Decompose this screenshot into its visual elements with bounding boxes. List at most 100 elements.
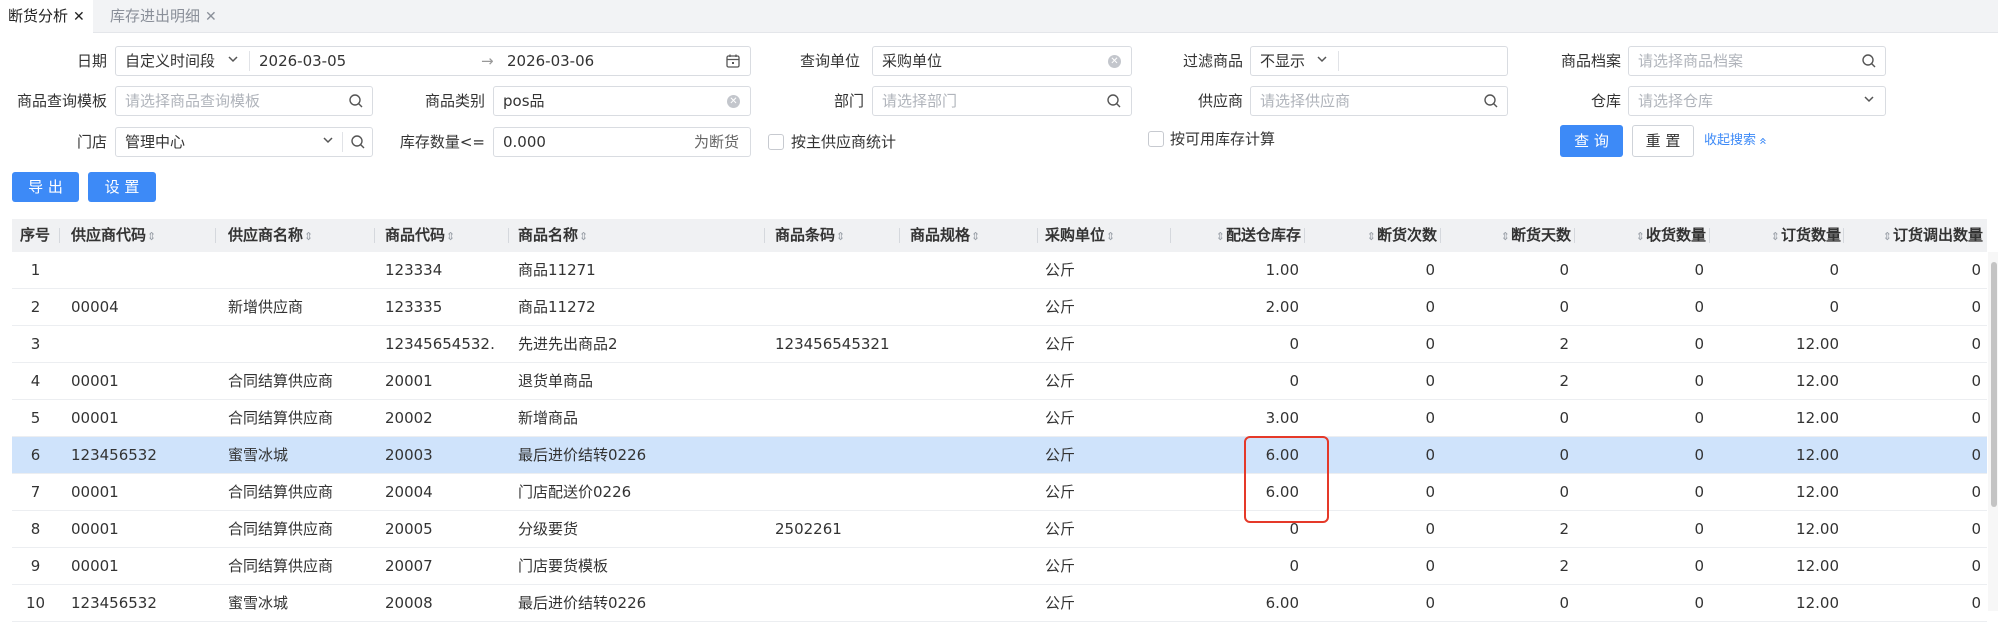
column-header-goods-code[interactable]: 商品代码⇕: [385, 219, 495, 252]
reset-button[interactable]: 重 置: [1632, 125, 1694, 157]
export-button[interactable]: 导 出: [12, 172, 79, 202]
calendar-icon[interactable]: [725, 53, 741, 69]
column-header-stock[interactable]: ⇕配送仓库存: [1177, 219, 1305, 252]
column-header-received[interactable]: ⇕收货数量: [1582, 219, 1710, 252]
column-header-spec[interactable]: 商品规格⇕: [910, 219, 1040, 252]
chevron-down-icon[interactable]: [1863, 87, 1875, 115]
sort-icon[interactable]: ⇕: [836, 230, 845, 243]
scrollbar-thumb[interactable]: [1991, 262, 1997, 507]
column-header-goods-name[interactable]: 商品名称⇕: [518, 219, 768, 252]
table-row[interactable]: 7 00001 合同结算供应商 20004 门店配送价0226 公斤 6.00 0 0 0 12.0…: [12, 474, 1987, 511]
column-header-ordered[interactable]: ⇕订货数量: [1717, 219, 1845, 252]
cell-idx: 4: [30, 372, 41, 390]
dept-input[interactable]: 请选择部门: [872, 86, 1132, 116]
category-input[interactable]: pos品 ✕: [493, 86, 751, 116]
cell-barcode: [775, 548, 900, 584]
column-divider[interactable]: [1304, 228, 1305, 243]
cell-goods-name: 商品11272: [518, 298, 596, 316]
column-divider[interactable]: [1037, 228, 1038, 243]
sort-icon[interactable]: ⇕: [1106, 230, 1115, 243]
cell-supplier-name: 新增供应商: [228, 298, 304, 316]
column-header-oos-times[interactable]: ⇕断货次数: [1312, 219, 1441, 252]
cell-oos-days: 0: [1559, 594, 1569, 612]
column-header-label: 采购单位: [1045, 226, 1106, 244]
sort-icon[interactable]: ⇕: [1883, 230, 1892, 243]
search-icon[interactable]: [1483, 87, 1499, 115]
by-available-stock-checkbox[interactable]: [1148, 131, 1164, 147]
clear-icon[interactable]: ✕: [1108, 54, 1121, 68]
column-header-oos-days[interactable]: ⇕断货天数: [1448, 219, 1575, 252]
column-divider[interactable]: [899, 228, 900, 243]
table-row[interactable]: 8 00001 合同结算供应商 20005 分级要货 2502261 公斤 0 0 2 0 12.00…: [12, 511, 1987, 548]
sort-icon[interactable]: ⇕: [446, 230, 455, 243]
warehouse-select[interactable]: 请选择仓库: [1628, 86, 1886, 116]
chevron-down-icon[interactable]: [1316, 47, 1328, 75]
column-header-supplier-code[interactable]: 供应商代码⇕: [71, 219, 221, 252]
sort-icon[interactable]: ⇕: [579, 230, 588, 243]
table-row[interactable]: 2 00004 新增供应商 123335 商品11272 公斤 2.00 0 0 0 0 0: [12, 289, 1987, 326]
template-input[interactable]: 请选择商品查询模板: [115, 86, 373, 116]
cell-spec: [910, 585, 1040, 621]
close-icon[interactable]: ✕: [205, 9, 217, 25]
filter-goods-input[interactable]: [1339, 47, 1507, 75]
clear-icon[interactable]: ✕: [727, 94, 740, 108]
by-main-supplier-checkbox[interactable]: [768, 134, 784, 150]
column-header-order-out[interactable]: ⇕订货调出数量: [1852, 219, 1987, 252]
supplier-input[interactable]: 请选择供应商: [1250, 86, 1508, 116]
cell-received: 0: [1694, 409, 1704, 427]
column-divider[interactable]: [215, 228, 216, 243]
table-row[interactable]: 3 12345654532… 先进先出商品2 123456545321 公斤 0 0 2 0 12…: [12, 326, 1987, 363]
column-divider[interactable]: [1170, 228, 1171, 243]
search-icon[interactable]: [350, 128, 366, 156]
sort-icon[interactable]: ⇕: [1501, 230, 1510, 243]
sort-icon[interactable]: ⇕: [971, 230, 980, 243]
sort-icon[interactable]: ⇕: [1216, 230, 1225, 243]
column-header-idx: 序号: [20, 219, 60, 252]
cell-unit: 公斤: [1045, 409, 1076, 427]
table-row[interactable]: 4 00001 合同结算供应商 20001 退货单商品 公斤 0 0 2 0 12.00 0: [12, 363, 1987, 400]
column-divider[interactable]: [1574, 228, 1575, 243]
cell-barcode: [775, 585, 900, 621]
chevron-down-icon[interactable]: [227, 47, 239, 75]
search-icon[interactable]: [1861, 47, 1877, 75]
column-divider[interactable]: [764, 228, 765, 243]
filter-goods-select[interactable]: 不显示: [1260, 47, 1305, 75]
column-header-unit[interactable]: 采购单位⇕: [1045, 219, 1165, 252]
table-row[interactable]: 1 123334 商品11271 公斤 1.00 0 0 0 0 0: [12, 252, 1987, 289]
sort-icon[interactable]: ⇕: [1771, 230, 1780, 243]
sort-icon[interactable]: ⇕: [304, 230, 313, 243]
column-divider[interactable]: [1709, 228, 1710, 243]
table-row[interactable]: 9 00001 合同结算供应商 20007 门店要货模板 公斤 0 0 2 0 12.00 0: [12, 548, 1987, 585]
sort-icon[interactable]: ⇕: [147, 230, 156, 243]
query-unit-select[interactable]: 采购单位 ✕: [872, 46, 1132, 76]
collapse-search-link[interactable]: 收起搜索«: [1704, 125, 1770, 157]
column-header-barcode[interactable]: 商品条码⇕: [775, 219, 900, 252]
date-mode-select[interactable]: 自定义时间段: [125, 47, 215, 75]
column-divider[interactable]: [508, 228, 509, 243]
tab-inventory-detail[interactable]: 库存进出明细 ✕: [102, 0, 225, 33]
search-icon[interactable]: [1106, 87, 1122, 115]
column-divider[interactable]: [1843, 228, 1844, 243]
search-icon[interactable]: [348, 87, 364, 115]
sort-icon[interactable]: ⇕: [1636, 230, 1645, 243]
column-divider[interactable]: [59, 228, 60, 243]
table-row[interactable]: 10 123456532 蜜雪冰城 20008 最后进价结转0226 公斤 6.00 0 0 0 1…: [12, 585, 1987, 622]
store-select[interactable]: 管理中心: [125, 128, 185, 156]
settings-button[interactable]: 设 置: [88, 172, 156, 202]
sort-icon[interactable]: ⇕: [1367, 230, 1376, 243]
table-row[interactable]: 6 123456532 蜜雪冰城 20003 最后进价结转0226 公斤 6.00 0 0 0 12…: [12, 437, 1987, 474]
column-divider[interactable]: [374, 228, 375, 243]
close-icon[interactable]: ✕: [73, 9, 85, 25]
column-header-supplier-name[interactable]: 供应商名称⇕: [228, 219, 378, 252]
tab-stockout-analysis[interactable]: 断货分析 ✕: [0, 0, 93, 33]
goods-archive-input[interactable]: 请选择商品档案: [1628, 46, 1886, 76]
column-divider[interactable]: [1440, 228, 1441, 243]
table-row[interactable]: 5 00001 合同结算供应商 20002 新增商品 公斤 3.00 0 0 0 12.00 0: [12, 400, 1987, 437]
column-header-label: 断货次数: [1376, 226, 1437, 244]
stock-qty-input[interactable]: 0.000 为断货: [493, 127, 751, 157]
cell-barcode: [775, 474, 900, 510]
query-button[interactable]: 查 询: [1560, 125, 1623, 157]
date-end-input[interactable]: 2026-03-06: [507, 47, 594, 75]
date-start-input[interactable]: 2026-03-05: [259, 47, 346, 75]
chevron-down-icon[interactable]: [322, 128, 334, 156]
